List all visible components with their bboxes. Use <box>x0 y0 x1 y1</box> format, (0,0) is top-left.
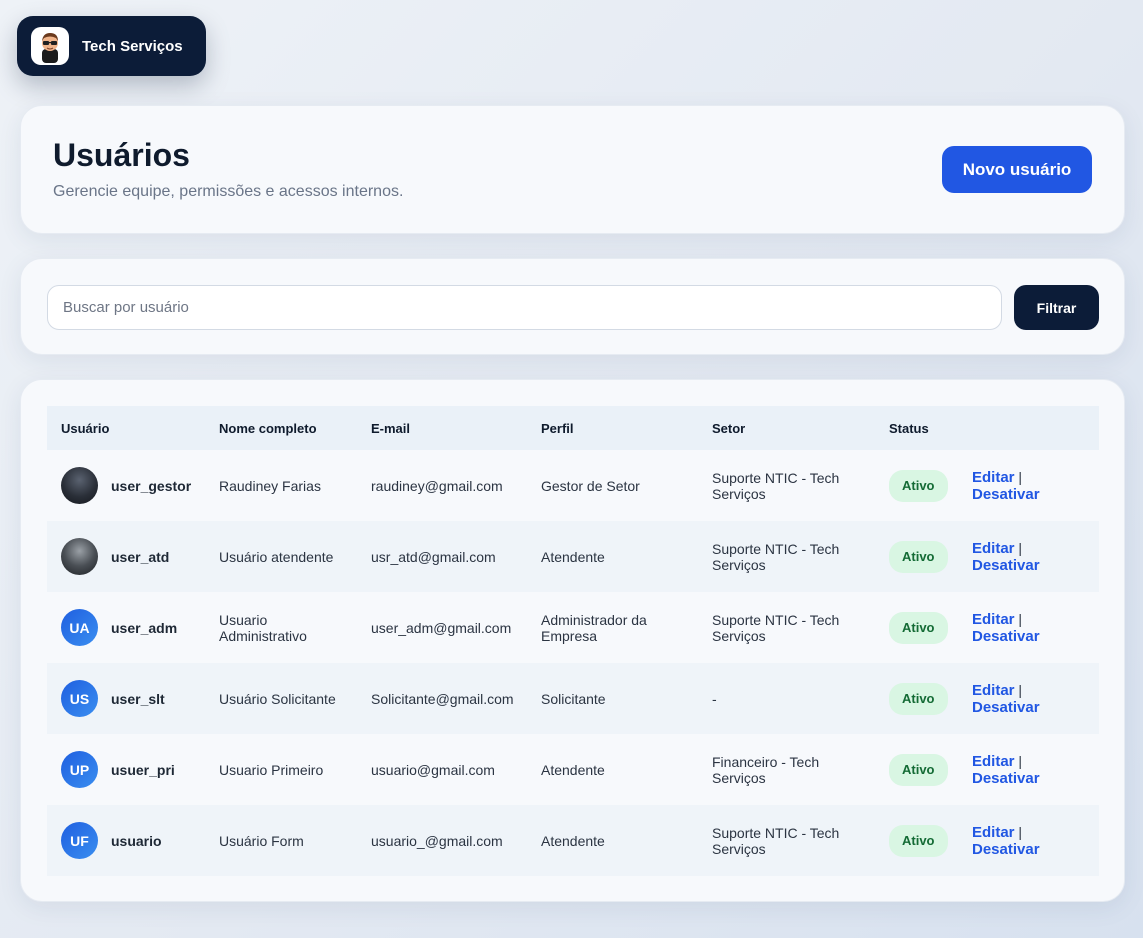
profile: Solicitante <box>541 690 606 707</box>
sector: Suporte NTIC - Tech Serviços <box>712 611 840 644</box>
username: user_slt <box>111 690 165 707</box>
sector: Suporte NTIC - Tech Serviços <box>712 540 840 573</box>
edit-link[interactable]: Editar <box>972 469 1015 486</box>
deactivate-link[interactable]: Desativar <box>972 699 1040 716</box>
deactivate-link[interactable]: Desativar <box>972 486 1040 503</box>
full-name: Usuario Administrativo <box>219 611 307 644</box>
action-separator: | <box>1018 468 1023 485</box>
page-subtitle: Gerencie equipe, permissões e acessos in… <box>53 183 404 200</box>
profile: Atendente <box>541 832 605 849</box>
table-row: user_atd Usuário atendente usr_atd@gmail… <box>47 521 1099 592</box>
action-separator: | <box>1018 681 1023 698</box>
profile: Administrador da Empresa <box>541 611 647 644</box>
full-name: Raudiney Farias <box>219 477 321 494</box>
profile: Gestor de Setor <box>541 477 640 494</box>
email: user_adm@gmail.com <box>371 619 512 636</box>
edit-link[interactable]: Editar <box>972 824 1015 841</box>
filter-card: Filtrar <box>20 258 1125 355</box>
brand-name: Tech Serviços <box>82 37 183 55</box>
column-header-email: E-mail <box>371 420 411 436</box>
full-name: Usuário Solicitante <box>219 690 336 707</box>
page-header-card: Usuários Gerencie equipe, permissões e a… <box>20 105 1125 234</box>
table-header-row: Usuário Nome completo E-mail Perfil Seto… <box>47 406 1099 450</box>
status-badge: Ativo <box>889 682 948 715</box>
action-separator: | <box>1018 752 1023 769</box>
profile: Atendente <box>541 761 605 778</box>
filter-button[interactable]: Filtrar <box>1014 285 1099 330</box>
username: user_gestor <box>111 477 192 494</box>
edit-link[interactable]: Editar <box>972 682 1015 699</box>
email: usr_atd@gmail.com <box>371 548 496 565</box>
sector: - <box>712 690 717 707</box>
avatar <box>61 467 98 504</box>
column-header-profile: Perfil <box>541 420 574 436</box>
deactivate-link[interactable]: Desativar <box>972 841 1040 858</box>
deactivate-link[interactable]: Desativar <box>972 628 1040 645</box>
avatar <box>61 538 98 575</box>
sector: Suporte NTIC - Tech Serviços <box>712 469 840 502</box>
profile: Atendente <box>541 548 605 565</box>
avatar: UF <box>61 822 98 859</box>
full-name: Usuario Primeiro <box>219 761 324 778</box>
email: Solicitante@gmail.com <box>371 690 514 707</box>
username: usuer_pri <box>111 761 175 778</box>
avatar: UP <box>61 751 98 788</box>
edit-link[interactable]: Editar <box>972 540 1015 557</box>
deactivate-link[interactable]: Desativar <box>972 770 1040 787</box>
users-table: Usuário Nome completo E-mail Perfil Seto… <box>47 406 1099 876</box>
avatar: US <box>61 680 98 717</box>
email: usuario_@gmail.com <box>371 832 503 849</box>
status-badge: Ativo <box>889 824 948 857</box>
status-badge: Ativo <box>889 469 948 502</box>
edit-link[interactable]: Editar <box>972 753 1015 770</box>
action-separator: | <box>1018 823 1023 840</box>
column-header-actions <box>958 406 1099 450</box>
username: usuario <box>111 832 162 849</box>
table-row: US user_slt Usuário Solicitante Solicitan… <box>47 663 1099 734</box>
mascot-logo-icon <box>31 27 69 65</box>
deactivate-link[interactable]: Desativar <box>972 557 1040 574</box>
table-row: user_gestor Raudiney Farias raudiney@gma… <box>47 450 1099 521</box>
full-name: Usuário atendente <box>219 548 334 565</box>
avatar: UA <box>61 609 98 646</box>
username: user_atd <box>111 548 170 565</box>
status-badge: Ativo <box>889 540 948 573</box>
status-badge: Ativo <box>889 753 948 786</box>
column-header-sector: Setor <box>712 420 746 436</box>
users-table-card: Usuário Nome completo E-mail Perfil Seto… <box>20 379 1125 902</box>
search-input[interactable] <box>47 285 1002 330</box>
table-row: UA user_adm Usuario Administrativo user_a… <box>47 592 1099 663</box>
action-separator: | <box>1018 539 1023 556</box>
email: usuario@gmail.com <box>371 761 495 778</box>
edit-link[interactable]: Editar <box>972 611 1015 628</box>
new-user-button[interactable]: Novo usuário <box>942 146 1092 193</box>
column-header-user: Usuário <box>61 420 110 436</box>
email: raudiney@gmail.com <box>371 477 503 494</box>
sector: Financeiro - Tech Serviços <box>712 753 820 786</box>
sector: Suporte NTIC - Tech Serviços <box>712 824 840 857</box>
brand-badge[interactable]: Tech Serviços <box>17 16 206 76</box>
page-title: Usuários <box>53 137 190 173</box>
table-row: UP usuer_pri Usuario Primeiro usuario@gma… <box>47 734 1099 805</box>
table-row: UF usuario Usuário Form usuario_@gmail.co… <box>47 805 1099 876</box>
column-header-status: Status <box>889 420 929 436</box>
username: user_adm <box>111 619 178 636</box>
full-name: Usuário Form <box>219 832 304 849</box>
column-header-full-name: Nome completo <box>219 420 317 436</box>
status-badge: Ativo <box>889 611 948 644</box>
action-separator: | <box>1018 610 1023 627</box>
